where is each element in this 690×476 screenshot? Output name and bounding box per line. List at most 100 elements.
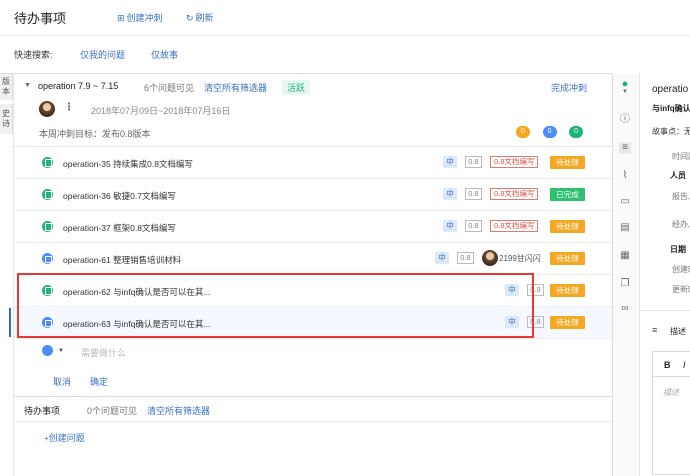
- sprint-status-badge: 活跃: [282, 80, 311, 95]
- details-icon[interactable]: ≡: [619, 142, 631, 154]
- backlog-header-divider: [14, 421, 612, 422]
- issue-title: operation-35 持续集成0.8文档编写: [63, 159, 193, 169]
- description-heading: 描述: [670, 327, 686, 336]
- sprint-goal: 本周冲刺目标：发布0.8版本: [39, 129, 151, 139]
- assignee-name: 2199甘闪闪: [499, 254, 541, 263]
- issue-row[interactable]: operation-37 框架0.8文档编写 中 0.8 0.8文档编写 待处理: [14, 211, 612, 243]
- toolbar-divider: [0, 73, 612, 74]
- sprint-issue-count: 6个问题可见: [144, 83, 195, 93]
- create-sprint-icon: ⊞: [117, 13, 125, 23]
- description-icon: ≡: [652, 325, 658, 335]
- backlog-clear-filters[interactable]: 清空所有筛选器: [147, 404, 210, 417]
- issue-title: operation-37 框架0.8文档编写: [63, 223, 176, 233]
- filter-stories[interactable]: 仅故事: [151, 48, 178, 61]
- status-badge: 已完成: [550, 188, 585, 201]
- create-sprint-button[interactable]: ⊞ 创建冲刺: [117, 11, 163, 24]
- story-icon: [42, 221, 53, 232]
- quick-search-label: 快速搜索:: [14, 50, 53, 60]
- backlog-count: 0个问题可见: [87, 406, 138, 416]
- copy-icon[interactable]: ❐: [619, 278, 631, 290]
- sprint-date-range: 2018年07月09日~2018年07月16日: [91, 106, 231, 116]
- refresh-label: 刷新: [195, 13, 214, 23]
- updated-label: 更新时: [672, 285, 690, 294]
- create-sprint-label: 创建冲刺: [126, 13, 163, 23]
- detail-title: operatio: [652, 84, 689, 95]
- chevron-down-icon[interactable]: ▼: [619, 86, 631, 98]
- detail-divider: [640, 310, 690, 311]
- status-badge: 待处理: [550, 252, 585, 265]
- version-tag: 0.8文档编写: [490, 220, 539, 232]
- new-issue-input[interactable]: 需要做什么: [81, 346, 126, 359]
- sprint-clear-filters[interactable]: 清空所有筛选器: [204, 81, 267, 94]
- tab-epic[interactable]: 史诗: [0, 104, 13, 134]
- editor-toolbar: B I: [653, 352, 690, 377]
- issue-title: operation-61 整理销售培训材料: [63, 255, 182, 265]
- version-tag: 0.8文档编写: [490, 156, 539, 168]
- sprint-avatar: [39, 101, 55, 117]
- tab-epic-label: 史诗: [2, 109, 10, 128]
- selected-row-indicator: [9, 308, 11, 337]
- handler-label: 经办人: [672, 220, 690, 229]
- complete-sprint-button[interactable]: 完成冲刺: [551, 81, 587, 94]
- issue-type-icon[interactable]: [42, 345, 53, 356]
- calendar-icon[interactable]: ▦: [619, 250, 631, 262]
- highlight-box: [17, 273, 534, 338]
- italic-button[interactable]: I: [683, 360, 686, 370]
- detail-panel: operatio 与infq确认 故事点：无 时间跟 人员 报告人 经办人 日期…: [639, 74, 690, 476]
- header-divider: [0, 35, 690, 36]
- priority-tag: 中: [443, 188, 457, 200]
- story-points: 故事点：无: [652, 127, 690, 136]
- counter-done: 0: [569, 126, 584, 138]
- description-input[interactable]: 描述: [663, 387, 679, 398]
- tab-version-label: 版本: [2, 77, 10, 96]
- backlog-divider: [14, 396, 612, 397]
- status-badge: 待处理: [550, 284, 585, 297]
- filter-my-issues[interactable]: 仅我的问题: [80, 48, 125, 61]
- story-icon: [42, 157, 53, 168]
- version-tag: 0.8文档编写: [490, 188, 539, 200]
- create-issue-label: 创建问题: [48, 433, 85, 443]
- issue-row[interactable]: operation-35 持续集成0.8文档编写 中 0.8 0.8文档编写 待…: [14, 147, 612, 179]
- status-badge: 待处理: [550, 220, 585, 233]
- created-label: 创建时: [672, 265, 690, 274]
- confirm-button[interactable]: 确定: [90, 375, 108, 388]
- refresh-icon: ↻: [186, 13, 194, 23]
- issue-row[interactable]: operation-36 敏捷0.7文档编写 中 0.8 0.8文档编写 已完成: [14, 179, 612, 211]
- priority-tag: 中: [443, 220, 457, 232]
- issue-row[interactable]: operation-61 整理销售培训材料 中 0.8 2199甘闪闪 待处理: [14, 243, 612, 275]
- counter-doing: 0: [542, 126, 557, 138]
- chevron-down-icon[interactable]: ▼: [58, 348, 64, 354]
- comment-icon[interactable]: ▭: [619, 196, 631, 208]
- status-badge: 待处理: [550, 156, 585, 169]
- bold-button[interactable]: B: [664, 360, 671, 370]
- counter-todo: 0: [516, 126, 530, 138]
- backlog-title: 待办事项: [24, 406, 61, 416]
- people-heading: 人员: [670, 171, 686, 180]
- description-editor[interactable]: B I 描述: [652, 351, 690, 475]
- sprint-collapse-icon[interactable]: ▼: [24, 82, 31, 89]
- estimate: 0.8: [465, 220, 482, 232]
- detail-icon-bar: ● ▼ ⓘ ≡ ⌇ ▭ ▤ ▦ ❐ ∞: [612, 74, 638, 476]
- refresh-button[interactable]: ↻ 刷新: [186, 11, 214, 24]
- task-icon: [42, 253, 53, 264]
- reporter-label: 报告人: [672, 192, 690, 201]
- link-icon[interactable]: ∞: [619, 303, 631, 315]
- estimate: 0.8: [457, 252, 474, 264]
- info-icon[interactable]: ⓘ: [619, 114, 631, 126]
- clipboard-icon[interactable]: ▤: [619, 222, 631, 234]
- more-options-icon[interactable]: ⋮: [64, 102, 74, 113]
- assignee-avatar: [482, 250, 498, 266]
- status-badge: 待处理: [550, 316, 585, 329]
- tab-version[interactable]: 版本: [0, 74, 13, 100]
- cancel-button[interactable]: 取消: [53, 375, 71, 388]
- estimate: 0.8: [465, 188, 482, 200]
- issue-title: operation-36 敏捷0.7文档编写: [63, 191, 176, 201]
- page-title: 待办事项: [14, 11, 67, 26]
- attachment-icon[interactable]: ⌇: [619, 170, 631, 182]
- priority-tag: 中: [443, 156, 457, 168]
- date-heading: 日期: [670, 245, 686, 254]
- time-tracking-label: 时间跟: [672, 152, 690, 161]
- create-issue-button[interactable]: +创建问题: [44, 431, 85, 444]
- sprint-name: operation 7.9 ~ 7.15: [38, 81, 119, 91]
- story-icon: [42, 189, 53, 200]
